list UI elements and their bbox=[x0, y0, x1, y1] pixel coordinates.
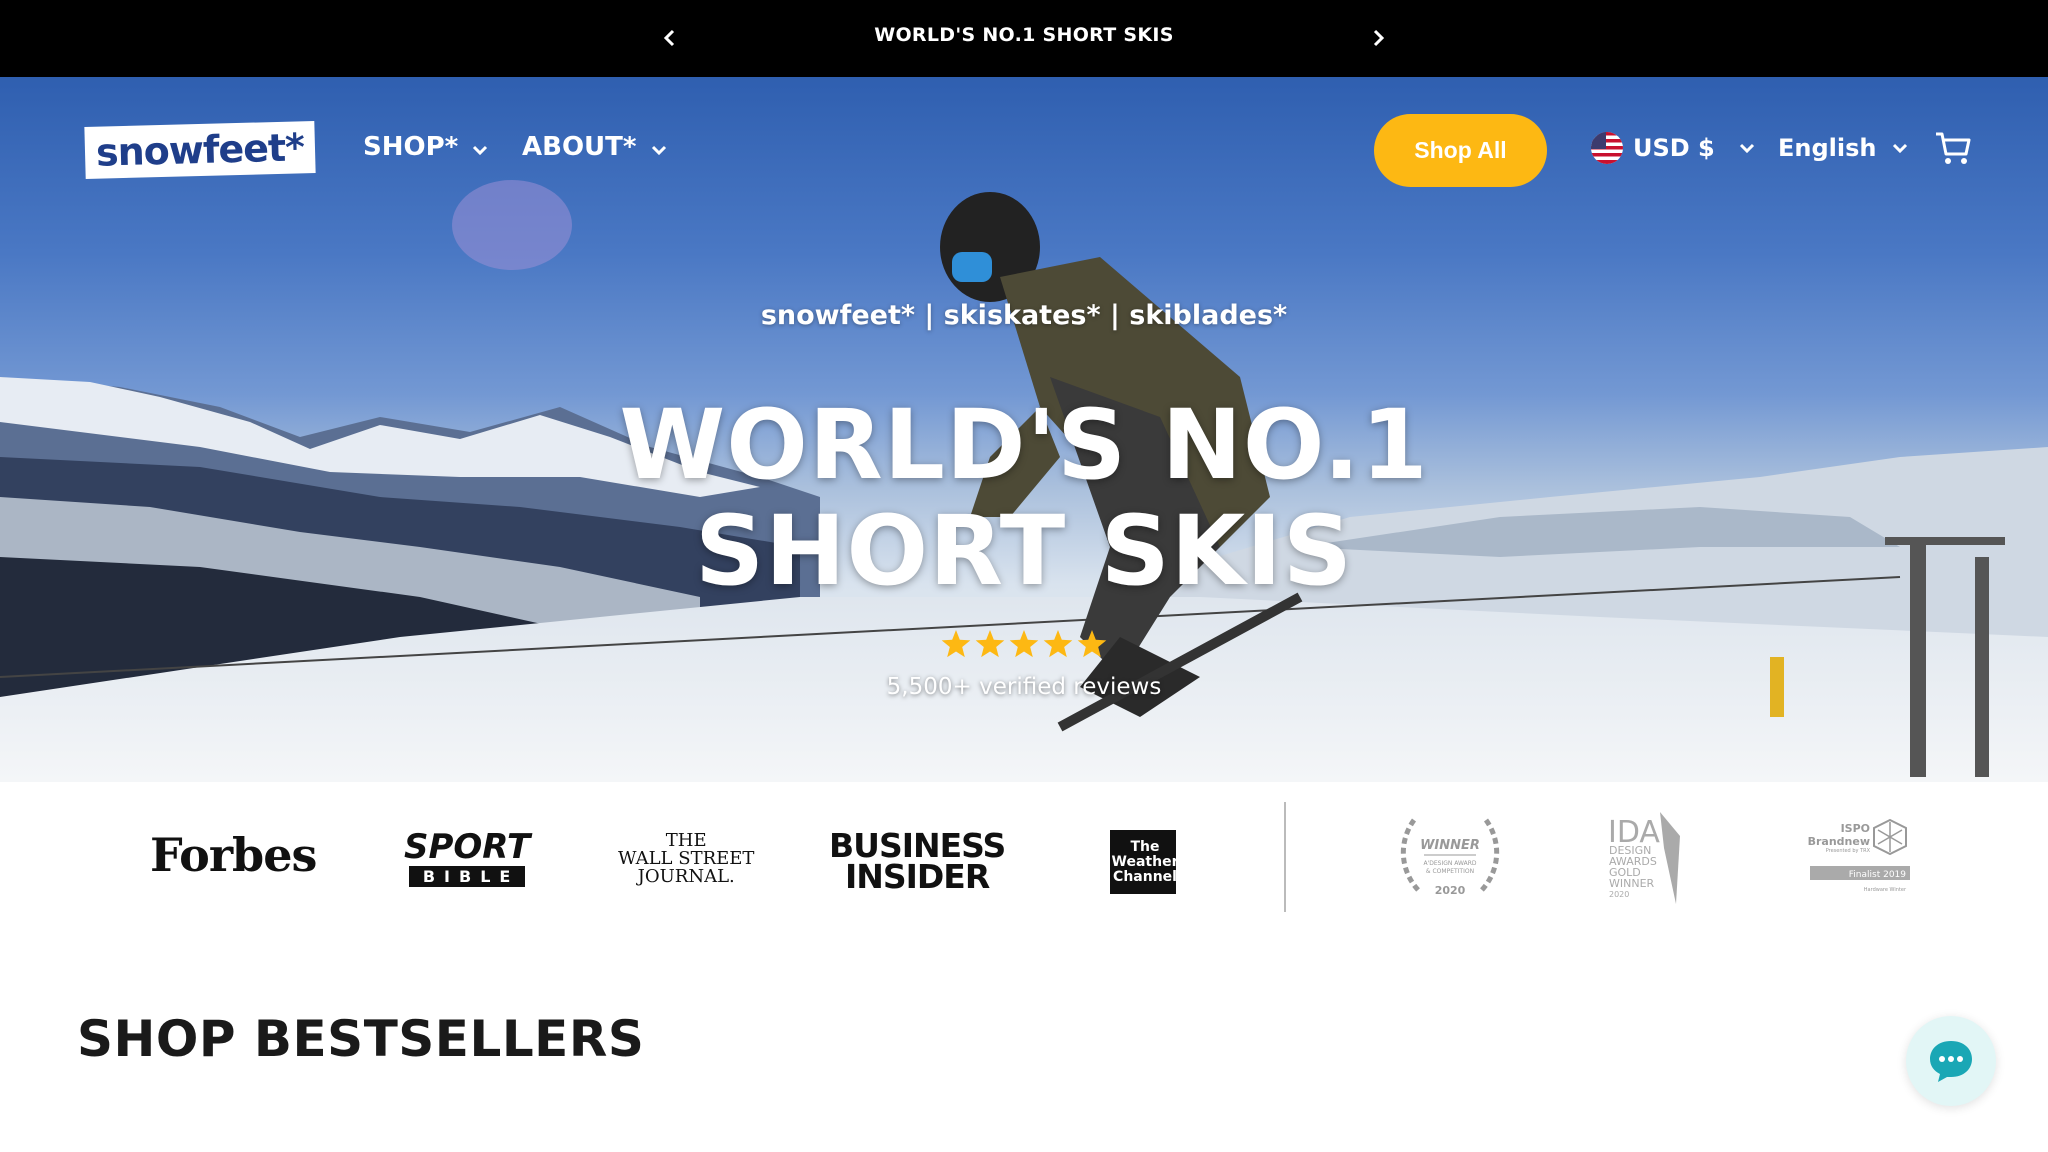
chevron-down-icon bbox=[1893, 143, 1908, 153]
reviews-count: 5,500+ verified reviews bbox=[886, 674, 1162, 700]
twc-line1: The bbox=[1130, 838, 1160, 855]
nav-shop[interactable]: SHOP* bbox=[363, 132, 488, 162]
cart-button[interactable] bbox=[1934, 130, 1972, 170]
svg-text:Brandnew: Brandnew bbox=[1808, 835, 1870, 848]
forbes-logo: Forbes bbox=[150, 828, 317, 882]
cart-icon bbox=[1936, 132, 1971, 164]
hero-title: WORLD'S NO.1 SHORT SKIS bbox=[0, 392, 2048, 604]
svg-text:& COMPETITION: & COMPETITION bbox=[1426, 868, 1474, 875]
twc-line2: Weather bbox=[1111, 853, 1179, 870]
sportbible-logo-top: SPORT bbox=[404, 827, 531, 867]
site-logo[interactable]: snowfeet* bbox=[84, 120, 316, 180]
wsj-logo: THE WALL STREET JOURNAL. bbox=[618, 832, 754, 886]
svg-text:Finalist 2019: Finalist 2019 bbox=[1849, 870, 1906, 880]
svg-text:WINNER: WINNER bbox=[1609, 877, 1655, 890]
svg-text:Hardware Winter: Hardware Winter bbox=[1864, 887, 1907, 893]
star-icon bbox=[1043, 630, 1073, 658]
logo-text: snowfeet* bbox=[95, 125, 305, 175]
sportbible-logo-bottom: BIBLE bbox=[408, 866, 526, 887]
hero-title-line1: WORLD'S NO.1 bbox=[619, 389, 1429, 501]
chevron-down-icon bbox=[651, 145, 666, 155]
svg-text:2020: 2020 bbox=[1609, 890, 1629, 899]
rating-stars bbox=[0, 628, 2048, 666]
svg-text:ISPO: ISPO bbox=[1841, 822, 1870, 835]
language-label: English bbox=[1778, 134, 1877, 162]
hero-title-line2: SHORT SKIS bbox=[695, 495, 1353, 607]
chevron-down-icon bbox=[1739, 143, 1754, 153]
press-strip: Forbes SPORT BIBLE THE WALL STREET JOURN… bbox=[0, 782, 2048, 922]
twc-line3: Channel bbox=[1113, 868, 1177, 885]
us-flag-icon bbox=[1591, 132, 1623, 164]
business-insider-logo: BUSINESS INSIDER bbox=[829, 829, 1006, 896]
chevron-down-icon bbox=[473, 145, 488, 155]
announcement-bar: WORLD'S NO.1 SHORT SKIS bbox=[0, 0, 2048, 77]
nav-shop-label: SHOP* bbox=[363, 132, 459, 162]
chevron-right-icon bbox=[1373, 29, 1385, 47]
svg-text:Presented by TRX: Presented by TRX bbox=[1826, 848, 1871, 854]
language-selector[interactable]: English bbox=[1778, 134, 1908, 162]
adesign-award-logo: WINNER A'DESIGN AWARD & COMPETITION 2020 bbox=[1390, 812, 1510, 906]
nav-about-label: ABOUT* bbox=[522, 132, 637, 162]
press-divider bbox=[1284, 802, 1286, 912]
weather-channel-logo: The Weather Channel bbox=[1110, 830, 1179, 894]
ida-award-logo: IDA DESIGN AWARDS GOLD WINNER 2020 bbox=[1604, 808, 1704, 908]
ispo-award-logo: ISPO Brandnew Presented by TRX Finalist … bbox=[1806, 816, 1912, 900]
shop-all-button[interactable]: Shop All bbox=[1374, 114, 1547, 187]
announcement-next-button[interactable] bbox=[1364, 24, 1392, 52]
star-icon bbox=[1077, 630, 1107, 658]
nav-about[interactable]: ABOUT* bbox=[522, 132, 667, 162]
announcement-message: WORLD'S NO.1 SHORT SKIS bbox=[874, 24, 1174, 46]
sportbible-logo: SPORT BIBLE bbox=[404, 830, 530, 887]
svg-text:2020: 2020 bbox=[1435, 884, 1466, 897]
star-icon bbox=[975, 630, 1005, 658]
section-title: SHOP BESTSELLERS bbox=[77, 1010, 645, 1068]
svg-text:WINNER: WINNER bbox=[1420, 838, 1480, 853]
chat-button[interactable] bbox=[1906, 1016, 1996, 1106]
svg-text:A'DESIGN AWARD: A'DESIGN AWARD bbox=[1423, 860, 1476, 867]
bi-line2: INSIDER bbox=[844, 857, 990, 896]
chat-bubble-icon bbox=[1930, 1041, 1972, 1082]
currency-label: USD $ bbox=[1633, 134, 1715, 162]
currency-selector[interactable]: USD $ bbox=[1591, 132, 1755, 164]
star-icon bbox=[941, 630, 971, 658]
star-icon bbox=[1009, 630, 1039, 658]
wsj-line3: JOURNAL. bbox=[637, 866, 735, 887]
hero-brands-line: snowfeet* | skiskates* | skiblades* bbox=[760, 300, 1288, 331]
